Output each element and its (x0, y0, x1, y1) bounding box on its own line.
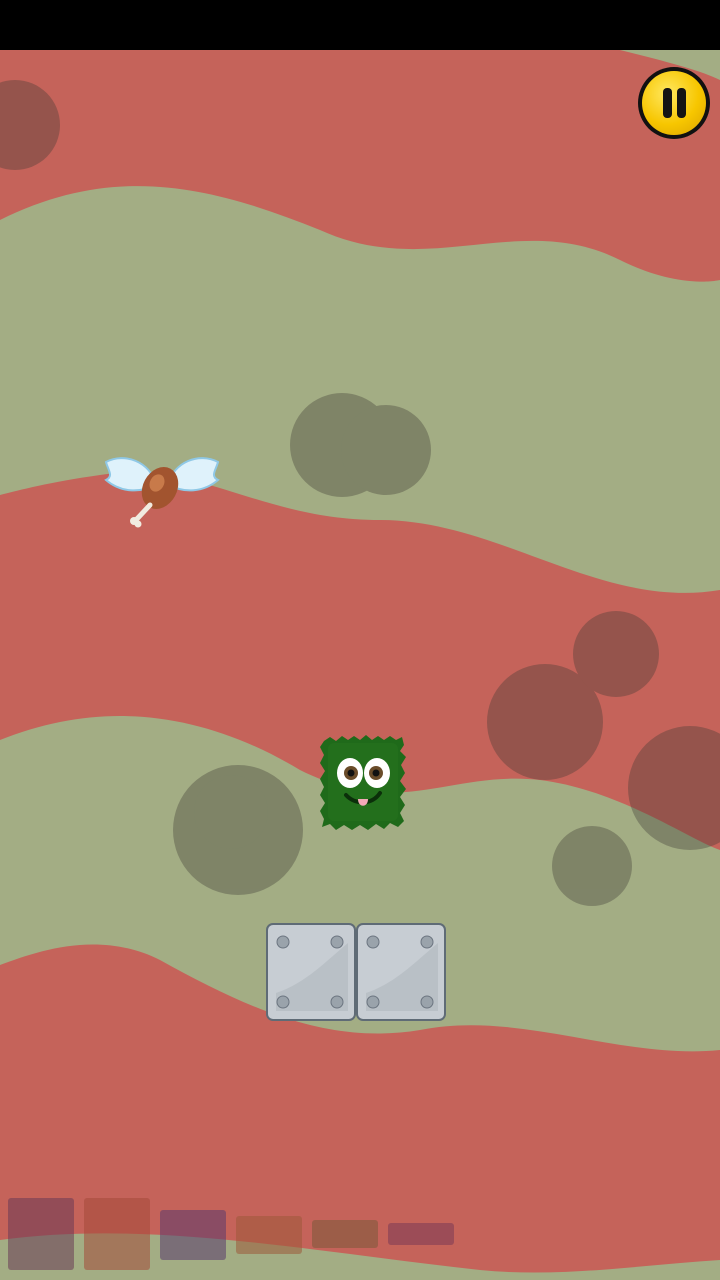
tray-tile-3[interactable] (160, 1210, 226, 1260)
winged-drumstick-icon[interactable] (100, 450, 224, 532)
pause-button[interactable] (638, 67, 710, 139)
wavy-background (0, 50, 720, 1280)
game-scene (0, 50, 720, 1280)
green-fuzzy-monster[interactable] (320, 735, 406, 831)
tray-tile-6[interactable] (388, 1223, 454, 1245)
pause-icon (642, 71, 706, 135)
tray-tile-2[interactable] (84, 1198, 150, 1270)
tray-tile-4[interactable] (236, 1216, 302, 1254)
tray-tile-1[interactable] (8, 1198, 74, 1270)
character-tray (0, 1190, 480, 1280)
metal-block-left (266, 923, 356, 1021)
tray-tile-5[interactable] (312, 1220, 378, 1248)
metal-block-right (356, 923, 446, 1021)
status-bar (0, 0, 720, 50)
